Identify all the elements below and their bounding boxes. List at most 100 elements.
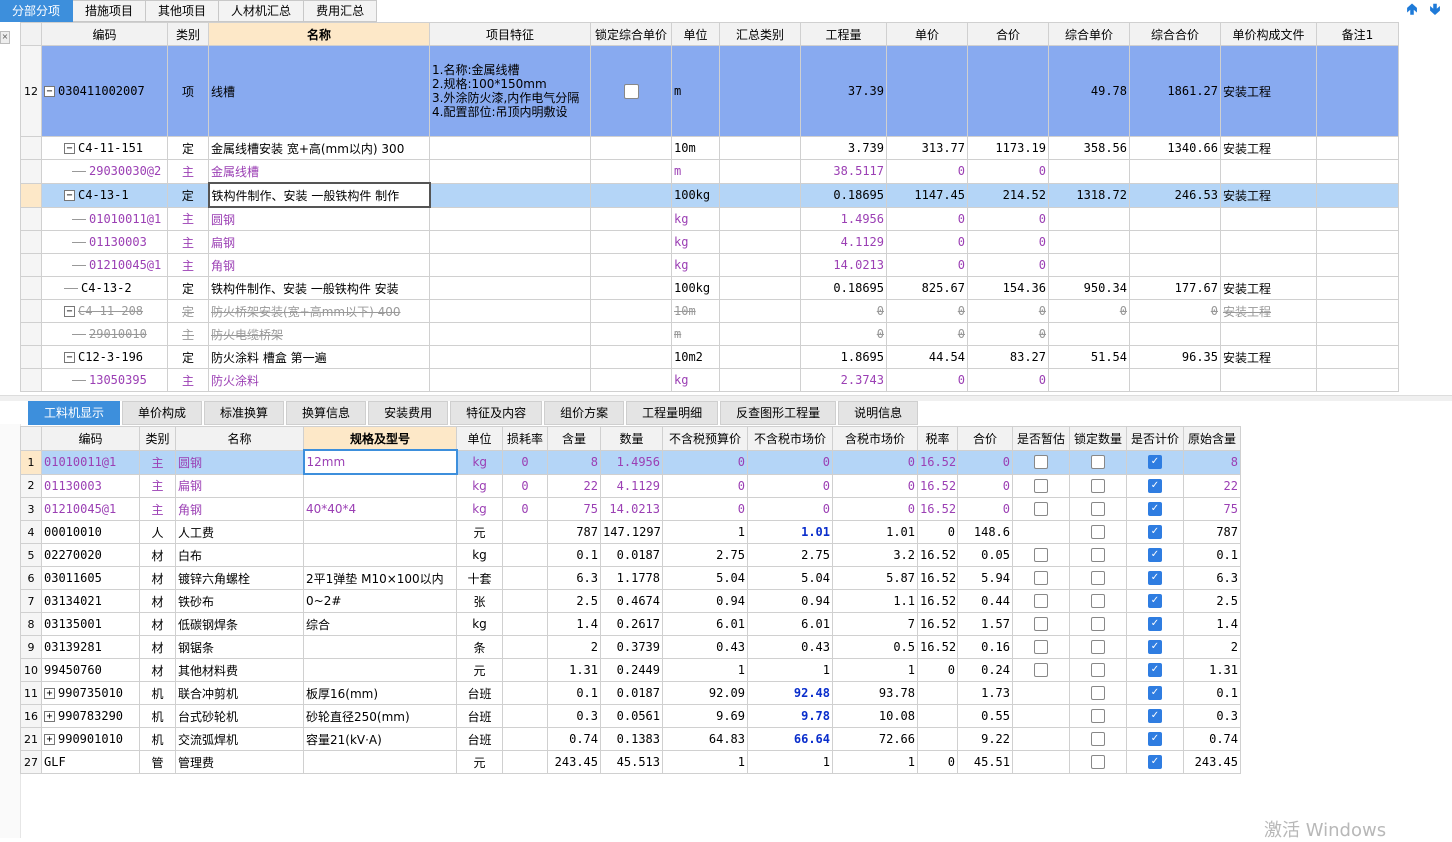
cell-total[interactable]: 0.16 [957, 635, 1013, 659]
cell-name[interactable]: 防火涂料 [208, 368, 430, 392]
cell-tax-rate[interactable] [917, 704, 958, 728]
cell-feature[interactable] [429, 253, 591, 277]
table-row[interactable]: − C12-3-196 定防火涂料 槽盒 第一遍 10m2 1.8695 44.54 83.… [20, 345, 1399, 369]
is-priced-checkbox[interactable]: ✓ [1148, 455, 1162, 470]
cell-name[interactable]: 白布 [175, 543, 304, 567]
cell-quantity[interactable]: 14.0213 [800, 253, 887, 277]
cell-name[interactable]: 防火桥架安装(宽+高mm以下) 400 [208, 299, 430, 323]
cell-type[interactable]: 项 [167, 45, 209, 137]
cell-total[interactable]: 5.94 [957, 566, 1013, 590]
cell-content[interactable]: 0.1 [547, 681, 601, 705]
header-feature[interactable]: 项目特征 [429, 22, 591, 46]
tab-cuoshi[interactable]: 措施项目 [73, 0, 147, 22]
cell-unit[interactable]: kg [456, 497, 503, 521]
cell-lock[interactable] [590, 159, 672, 184]
lock-qty-checkbox[interactable] [1091, 755, 1105, 770]
is-provisional-checkbox[interactable] [1034, 663, 1048, 678]
cell-total[interactable]: 83.27 [967, 345, 1049, 369]
cell-name[interactable]: 人工费 [175, 520, 304, 544]
cell-total[interactable] [967, 45, 1049, 137]
cell-lock[interactable] [590, 299, 672, 323]
cell-is-priced[interactable]: ✓ [1126, 750, 1184, 774]
cell-name[interactable]: 联合冲剪机 [175, 681, 304, 705]
cell-composite-total[interactable] [1129, 206, 1221, 231]
cell-unit[interactable]: 条 [456, 635, 503, 659]
cell-feature[interactable] [429, 299, 591, 323]
cell-total[interactable]: 1.57 [957, 612, 1013, 636]
collapse-tree-icon[interactable]: − [64, 190, 75, 201]
cell-lock[interactable] [590, 45, 672, 137]
cell-remark[interactable] [1316, 45, 1399, 137]
header-spec[interactable]: 规格及型号 [303, 426, 457, 451]
cell-code[interactable]: 29010010 [41, 322, 168, 346]
header-type[interactable]: 类别 [139, 426, 176, 451]
cell-composite-price[interactable]: 49.78 [1048, 45, 1130, 137]
cell-lock-qty[interactable] [1069, 543, 1127, 567]
cell-quantity[interactable]: 147.1297 [600, 520, 663, 544]
cell-spec[interactable]: 12mm [302, 449, 458, 475]
lock-qty-checkbox[interactable] [1091, 640, 1105, 655]
detail-tab-8[interactable]: 反查图形工程量 [720, 401, 837, 425]
cell-name[interactable]: 防火电缆桥架 [208, 322, 430, 346]
cell-quantity[interactable]: 4.1129 [600, 473, 663, 498]
cell-composite-price[interactable]: 0 [1048, 299, 1130, 323]
cell-unit[interactable]: 十套 [456, 566, 503, 590]
cell-total[interactable]: 154.36 [967, 276, 1049, 300]
cell-unit[interactable]: kg [671, 206, 720, 231]
cell-feature[interactable] [429, 206, 591, 231]
cell-pretax-market[interactable]: 9.78 [747, 704, 833, 728]
cell-remark[interactable] [1316, 322, 1399, 346]
cell-loss[interactable] [502, 750, 548, 774]
cell-price-file[interactable]: 安装工程 [1220, 299, 1317, 323]
is-priced-checkbox[interactable]: ✓ [1148, 548, 1162, 563]
cell-pretax-budget[interactable]: 2.75 [662, 543, 748, 567]
cell-unit[interactable]: m [671, 45, 720, 137]
cell-name[interactable]: 镀锌六角螺栓 [175, 566, 304, 590]
cell-name[interactable]: 其他材料费 [175, 658, 304, 682]
header-pretax-budget[interactable]: 不含税预算价 [662, 426, 748, 451]
cell-total[interactable]: 1.73 [957, 681, 1013, 705]
cell-composite-total[interactable]: 1340.66 [1129, 136, 1221, 160]
header-remark[interactable]: 备注1 [1316, 22, 1399, 46]
cell-taxed-market[interactable]: 1.01 [832, 520, 918, 544]
cell-quantity[interactable]: 14.0213 [600, 497, 663, 521]
cell-type[interactable]: 定 [167, 345, 209, 369]
cell-composite-price[interactable]: 950.34 [1048, 276, 1130, 300]
is-priced-checkbox[interactable]: ✓ [1148, 479, 1162, 493]
cell-unit[interactable]: kg [456, 543, 503, 567]
cell-name[interactable]: 扁钢 [175, 473, 304, 498]
cell-tax-rate[interactable]: 16.52 [917, 566, 958, 590]
cell-summary-type[interactable] [719, 230, 801, 254]
cell-pretax-budget[interactable]: 1 [662, 750, 748, 774]
cell-name[interactable]: 铁构件制作、安装 一般铁构件 制作 [207, 182, 431, 208]
cell-unit-price[interactable]: 0 [886, 159, 968, 184]
cell-total[interactable]: 9.22 [957, 727, 1013, 751]
cell-content[interactable]: 6.3 [547, 566, 601, 590]
move-down-icon[interactable]: 🢃 [1426, 0, 1444, 18]
cell-quantity[interactable]: 1.1778 [600, 566, 663, 590]
cell-is-priced[interactable]: ✓ [1126, 704, 1184, 728]
header-composite-price[interactable]: 综合单价 [1048, 22, 1130, 46]
is-provisional-checkbox[interactable] [1034, 479, 1048, 493]
cell-lock[interactable] [590, 206, 672, 231]
cell-name[interactable]: 铁砂布 [175, 589, 304, 613]
header-type[interactable]: 类别 [167, 22, 209, 46]
move-up-icon[interactable]: 🢁 [1403, 0, 1421, 18]
cell-composite-total[interactable]: 246.53 [1129, 182, 1221, 208]
cell-unit[interactable]: m [671, 322, 720, 346]
cell-remark[interactable] [1316, 136, 1399, 160]
cell-type[interactable]: 主 [167, 322, 209, 346]
cell-lock-qty[interactable] [1069, 449, 1127, 475]
cell-type[interactable]: 人 [139, 520, 176, 544]
cell-code[interactable]: 99450760 [41, 658, 140, 682]
cell-loss[interactable]: 0 [502, 449, 548, 475]
cell-price-file[interactable]: 安装工程 [1220, 276, 1317, 300]
cell-code[interactable]: 03011605 [41, 566, 140, 590]
cell-is-provisional[interactable] [1012, 589, 1070, 613]
cell-quantity[interactable]: 0.2449 [600, 658, 663, 682]
cell-feature[interactable] [429, 159, 591, 184]
cell-price-file[interactable] [1220, 322, 1317, 346]
cell-taxed-market[interactable]: 0.5 [832, 635, 918, 659]
cell-spec[interactable] [303, 473, 457, 498]
cell-taxed-market[interactable]: 5.87 [832, 566, 918, 590]
